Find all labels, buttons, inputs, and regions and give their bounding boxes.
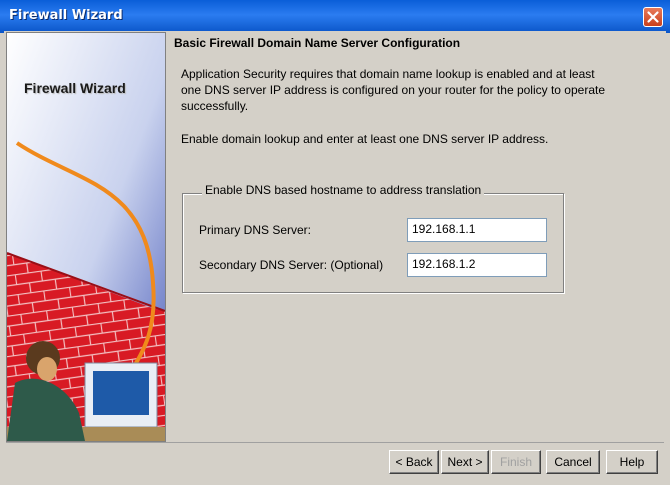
wizard-banner: Firewall Wizard xyxy=(6,32,166,442)
description-line-3: successfully. xyxy=(181,99,249,113)
help-button[interactable]: Help xyxy=(606,450,658,474)
finish-button[interactable]: Finish xyxy=(491,450,541,474)
cancel-button[interactable]: Cancel xyxy=(546,450,600,474)
next-button[interactable]: Next > xyxy=(441,450,489,474)
button-bar-divider xyxy=(6,442,664,443)
page-heading: Basic Firewall Domain Name Server Config… xyxy=(174,36,461,50)
banner-title: Firewall Wizard xyxy=(24,80,126,96)
primary-dns-label: Primary DNS Server: xyxy=(199,223,312,237)
primary-dns-input[interactable]: 192.168.1.1 xyxy=(407,218,547,242)
dns-group-box xyxy=(182,193,564,293)
back-button[interactable]: < Back xyxy=(389,450,439,474)
close-icon xyxy=(647,11,659,23)
title-bar[interactable]: Firewall Wizard xyxy=(0,0,670,33)
secondary-dns-input[interactable]: 192.168.1.2 xyxy=(407,253,547,277)
close-button[interactable] xyxy=(643,7,663,27)
dialog-window: Firewall Wizard Firewall Wizard Basic Fi… xyxy=(0,0,670,485)
dns-group-legend: Enable DNS based hostname to address tra… xyxy=(202,183,485,197)
description-line-2: one DNS server IP address is configured … xyxy=(181,83,606,97)
window-title: Firewall Wizard xyxy=(9,8,123,23)
instruction-text: Enable domain lookup and enter at least … xyxy=(181,132,549,146)
secondary-dns-label: Secondary DNS Server: (Optional) xyxy=(199,258,384,272)
description-line-1: Application Security requires that domai… xyxy=(181,67,595,81)
